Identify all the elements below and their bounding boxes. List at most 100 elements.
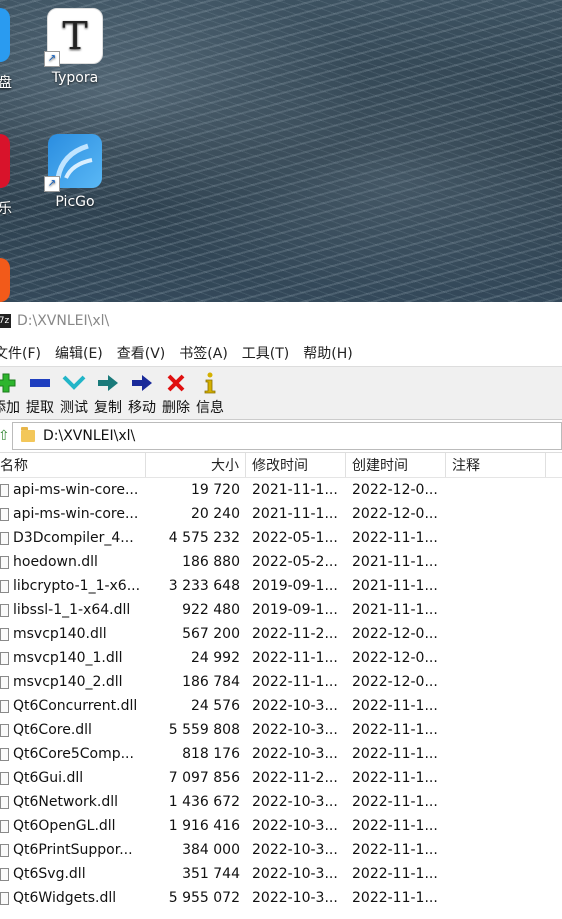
file-icon: [0, 723, 9, 737]
file-name-cell: D3Dcompiler_4...: [0, 530, 146, 546]
desktop-icon-typora[interactable]: T ↗ Typora: [25, 8, 125, 86]
table-row[interactable]: libcrypto-1_1-x6... 3 233 648 2019-09-1...…: [0, 574, 562, 598]
column-modified[interactable]: 修改时间: [246, 453, 346, 477]
file-size-cell: 24 576: [191, 698, 240, 714]
table-row[interactable]: Qt6Core.dll 5 559 808 2022-10-3... 2022-11-…: [0, 718, 562, 742]
file-icon: [0, 795, 9, 809]
menu-help[interactable]: 帮助(H): [303, 343, 352, 363]
7zip-app-icon: 7z: [0, 314, 11, 328]
file-modified-cell: 2022-11-1...: [252, 650, 338, 666]
table-row[interactable]: Qt6Gui.dll 7 097 856 2022-11-2... 2022-11-1…: [0, 766, 562, 790]
file-modified-cell: 2022-10-3...: [252, 722, 338, 738]
info-button[interactable]: 信息: [196, 367, 224, 417]
test-icon: [62, 371, 86, 395]
desktop-icon-picgo[interactable]: ↗ PicGo: [25, 134, 125, 210]
file-name-cell: Qt6OpenGL.dll: [0, 818, 146, 834]
file-created-cell: 2022-11-1...: [352, 722, 438, 738]
file-list: api-ms-win-core... 19 720 2021-11-1... 2022…: [0, 478, 562, 910]
file-size-cell: 818 176: [182, 746, 240, 762]
file-icon: [0, 531, 9, 545]
move-icon: [130, 371, 154, 395]
title-bar[interactable]: 7z D:\XVNLEI\xl\: [0, 302, 562, 340]
partial-desktop-icon-orange[interactable]: [0, 258, 10, 302]
file-modified-cell: 2022-11-1...: [252, 674, 338, 690]
file-name-cell: libssl-1_1-x64.dll: [0, 602, 146, 618]
delete-icon: [164, 371, 188, 395]
partial-desktop-icon-red[interactable]: [0, 134, 10, 188]
partial-desktop-label-1: 盘: [0, 75, 12, 91]
file-created-cell: 2021-11-1...: [352, 578, 438, 594]
desktop-icon-label: Typora: [51, 70, 99, 86]
file-created-cell: 2022-11-1...: [352, 746, 438, 762]
file-icon: [0, 603, 9, 617]
file-name-cell: msvcp140.dll: [0, 626, 146, 642]
file-name-cell: api-ms-win-core...: [0, 506, 146, 522]
file-icon: [0, 555, 9, 569]
extract-icon: [28, 371, 52, 395]
file-size-cell: 1 436 672: [168, 794, 240, 810]
file-modified-cell: 2022-10-3...: [252, 698, 338, 714]
file-icon: [0, 699, 9, 713]
file-created-cell: 2022-11-1...: [352, 794, 438, 810]
table-row[interactable]: api-ms-win-core... 20 240 2021-11-1... 2022…: [0, 502, 562, 526]
test-button[interactable]: 测试: [60, 367, 88, 417]
copy-button[interactable]: 复制: [94, 367, 122, 417]
file-size-cell: 7 097 856: [168, 770, 240, 786]
file-size-cell: 5 559 808: [168, 722, 240, 738]
table-row[interactable]: msvcp140.dll 567 200 2022-11-2... 2022-12-0…: [0, 622, 562, 646]
table-row[interactable]: D3Dcompiler_4... 4 575 232 2022-05-1... 202…: [0, 526, 562, 550]
file-size-cell: 3 233 648: [168, 578, 240, 594]
column-created[interactable]: 创建时间: [346, 453, 446, 477]
table-row[interactable]: Qt6PrintSuppor... 384 000 2022-10-3... 2022…: [0, 838, 562, 862]
menu-view[interactable]: 查看(V): [117, 343, 166, 363]
file-modified-cell: 2019-09-1...: [252, 602, 338, 618]
file-list-header: 名称 大小 修改时间 创建时间 注释: [0, 453, 562, 478]
file-created-cell: 2022-12-0...: [352, 650, 438, 666]
file-name-cell: Qt6Core5Comp...: [0, 746, 146, 762]
file-size-cell: 1 916 416: [168, 818, 240, 834]
table-row[interactable]: Qt6Concurrent.dll 24 576 2022-10-3... 2022-…: [0, 694, 562, 718]
move-button[interactable]: 移动: [128, 367, 156, 417]
file-icon: [0, 819, 9, 833]
file-name-cell: msvcp140_2.dll: [0, 674, 146, 690]
partial-desktop-icon-blue[interactable]: [0, 8, 10, 62]
table-row[interactable]: hoedown.dll 186 880 2022-05-2... 2021-11-1.…: [0, 550, 562, 574]
menu-bookmarks[interactable]: 书签(A): [179, 343, 228, 363]
file-created-cell: 2022-11-1...: [352, 842, 438, 858]
file-created-cell: 2021-11-1...: [352, 554, 438, 570]
column-size[interactable]: 大小: [146, 453, 246, 477]
shortcut-arrow-icon: ↗: [44, 51, 60, 67]
table-row[interactable]: msvcp140_1.dll 24 992 2022-11-1... 2022-12-…: [0, 646, 562, 670]
path-input[interactable]: D:\XVNLEI\xl\: [12, 422, 562, 450]
table-row[interactable]: Qt6Svg.dll 351 744 2022-10-3... 2022-11-1..…: [0, 862, 562, 886]
extract-button[interactable]: 提取: [26, 367, 54, 417]
menu-edit[interactable]: 编辑(E): [55, 343, 103, 363]
desktop-wallpaper: 盘 乐 T ↗ Typora ↗ PicGo: [0, 0, 562, 302]
file-size-cell: 4 575 232: [168, 530, 240, 546]
up-folder-icon[interactable]: ⇧: [0, 428, 10, 444]
table-row[interactable]: api-ms-win-core... 19 720 2021-11-1... 2022…: [0, 478, 562, 502]
column-comment[interactable]: 注释: [446, 453, 546, 477]
menu-file[interactable]: 文件(F): [0, 343, 41, 363]
menu-tools[interactable]: 工具(T): [242, 343, 289, 363]
add-button[interactable]: 添加: [0, 367, 20, 417]
table-row[interactable]: Qt6OpenGL.dll 1 916 416 2022-10-3... 2022-1…: [0, 814, 562, 838]
file-icon: [0, 627, 9, 641]
file-icon: [0, 651, 9, 665]
file-icon: [0, 747, 9, 761]
table-row[interactable]: msvcp140_2.dll 186 784 2022-11-1... 2022-12…: [0, 670, 562, 694]
file-created-cell: 2022-12-0...: [352, 482, 438, 498]
desktop-icon-label: PicGo: [55, 194, 95, 210]
file-modified-cell: 2021-11-1...: [252, 482, 338, 498]
table-row[interactable]: Qt6Core5Comp... 818 176 2022-10-3... 2022-1…: [0, 742, 562, 766]
table-row[interactable]: Qt6Widgets.dll 5 955 072 2022-10-3... 2022-…: [0, 886, 562, 910]
column-name[interactable]: 名称: [0, 453, 146, 477]
file-size-cell: 351 744: [182, 866, 240, 882]
file-modified-cell: 2022-10-3...: [252, 866, 338, 882]
table-row[interactable]: Qt6Network.dll 1 436 672 2022-10-3... 2022-…: [0, 790, 562, 814]
table-row[interactable]: libssl-1_1-x64.dll 922 480 2019-09-1... 202…: [0, 598, 562, 622]
copy-icon: [96, 371, 120, 395]
window-title: D:\XVNLEI\xl\: [17, 313, 110, 329]
file-size-cell: 186 880: [182, 554, 240, 570]
delete-button[interactable]: 删除: [162, 367, 190, 417]
